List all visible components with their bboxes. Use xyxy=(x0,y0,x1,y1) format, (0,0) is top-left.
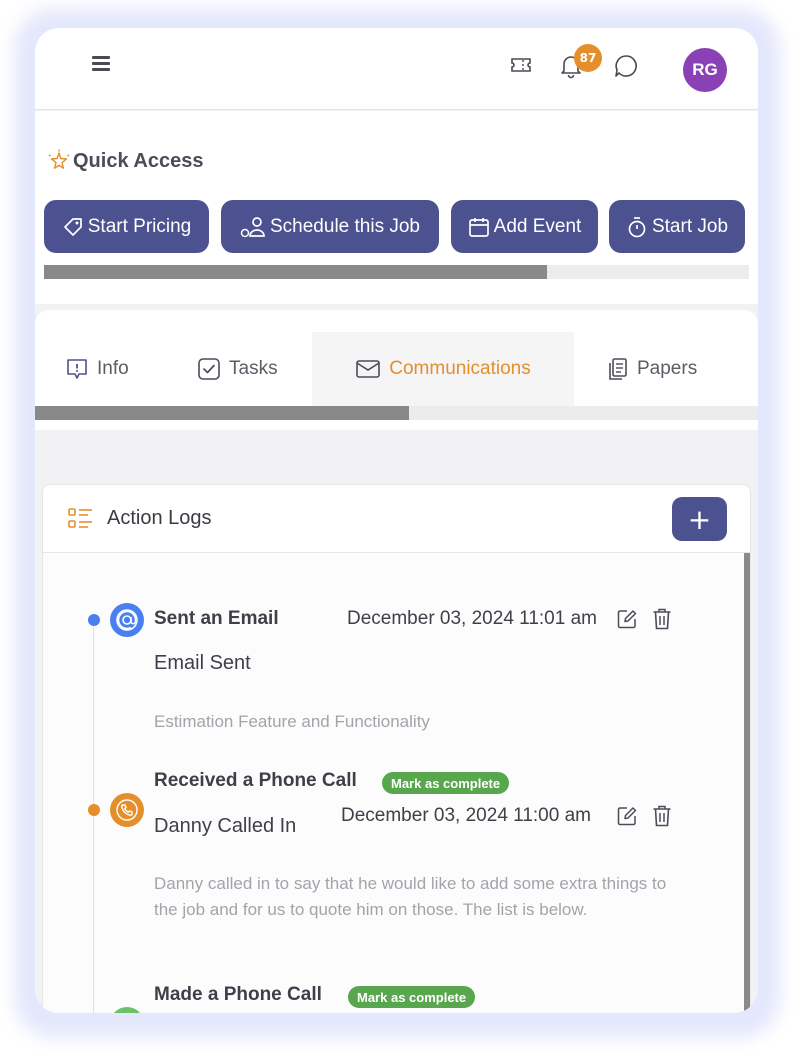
action-logs-header: Action Logs + xyxy=(43,485,750,553)
quick-access-scroll-thumb[interactable] xyxy=(44,265,547,279)
trash-icon[interactable] xyxy=(652,804,672,828)
timeline-dot xyxy=(88,614,100,626)
start-pricing-button[interactable]: Start Pricing xyxy=(44,200,209,253)
sparkle-icon xyxy=(48,149,70,169)
quick-access-title: Quick Access xyxy=(73,149,204,172)
stopwatch-icon xyxy=(628,216,646,237)
notification-badge: 87 xyxy=(574,44,602,72)
schedule-job-button[interactable]: Schedule this Job xyxy=(221,200,439,253)
tab-papers[interactable]: Papers xyxy=(607,332,727,406)
tabs-section: Info Tasks Communications Papers xyxy=(35,310,758,430)
app-frame: 87 RG Quick Access Start Pricing Schedul… xyxy=(35,28,758,1013)
chat-icon[interactable] xyxy=(613,53,639,79)
tag-icon xyxy=(63,217,82,236)
add-event-button[interactable]: Add Event xyxy=(451,200,598,253)
documents-icon xyxy=(609,358,627,380)
phone-outgoing-icon xyxy=(110,1007,144,1013)
action-logs-title: Action Logs xyxy=(107,507,212,529)
event-date: December 03, 2024 11:00 am xyxy=(341,805,591,826)
event-description: Danny called in to say that he would lik… xyxy=(154,874,667,919)
ticket-icon[interactable] xyxy=(510,56,532,74)
tabs-scroll-thumb[interactable] xyxy=(35,406,409,420)
action-logs-card: Action Logs + Sent an Email December 03,… xyxy=(42,484,751,1013)
mark-complete-button[interactable]: Mark as complete xyxy=(382,772,510,794)
tab-info[interactable]: Info xyxy=(65,332,175,406)
event-description: Estimation Feature and Functionality xyxy=(154,712,430,731)
event-subtitle: Danny Called In xyxy=(154,815,297,837)
event-subtitle: Email Sent xyxy=(154,652,251,674)
add-log-button[interactable]: + xyxy=(672,497,727,541)
info-icon xyxy=(67,359,87,379)
top-bar: 87 RG xyxy=(35,28,758,110)
tab-communications[interactable]: Communications xyxy=(312,332,574,406)
timeline-line xyxy=(93,620,94,1013)
menu-icon[interactable] xyxy=(92,56,110,72)
quick-access-section: Quick Access Start Pricing Schedule this… xyxy=(35,111,758,304)
quick-access-heading: Quick Access xyxy=(47,149,203,173)
event-title: Sent an Email xyxy=(154,608,279,629)
start-job-button[interactable]: Start Job xyxy=(609,200,745,253)
tab-tasks[interactable]: Tasks xyxy=(197,332,307,406)
user-avatar[interactable]: RG xyxy=(683,48,727,92)
event-title: Made a Phone Call xyxy=(154,984,322,1005)
event-date: December 03, 2024 11:01 am xyxy=(347,608,597,629)
phone-incoming-icon xyxy=(110,793,144,827)
edit-icon[interactable] xyxy=(616,805,638,827)
list-icon xyxy=(68,508,92,528)
schedule-icon xyxy=(240,216,265,237)
checkbox-icon xyxy=(198,358,220,380)
calendar-icon xyxy=(468,217,489,237)
event-title: Received a Phone Call xyxy=(154,770,357,791)
trash-icon[interactable] xyxy=(652,607,672,631)
mail-icon xyxy=(356,360,381,378)
timeline-dot xyxy=(88,804,100,816)
logs-scrollbar[interactable] xyxy=(744,553,750,1013)
edit-icon[interactable] xyxy=(616,608,638,630)
mark-complete-button[interactable]: Mark as complete xyxy=(348,986,476,1008)
at-sign-icon xyxy=(110,603,144,637)
